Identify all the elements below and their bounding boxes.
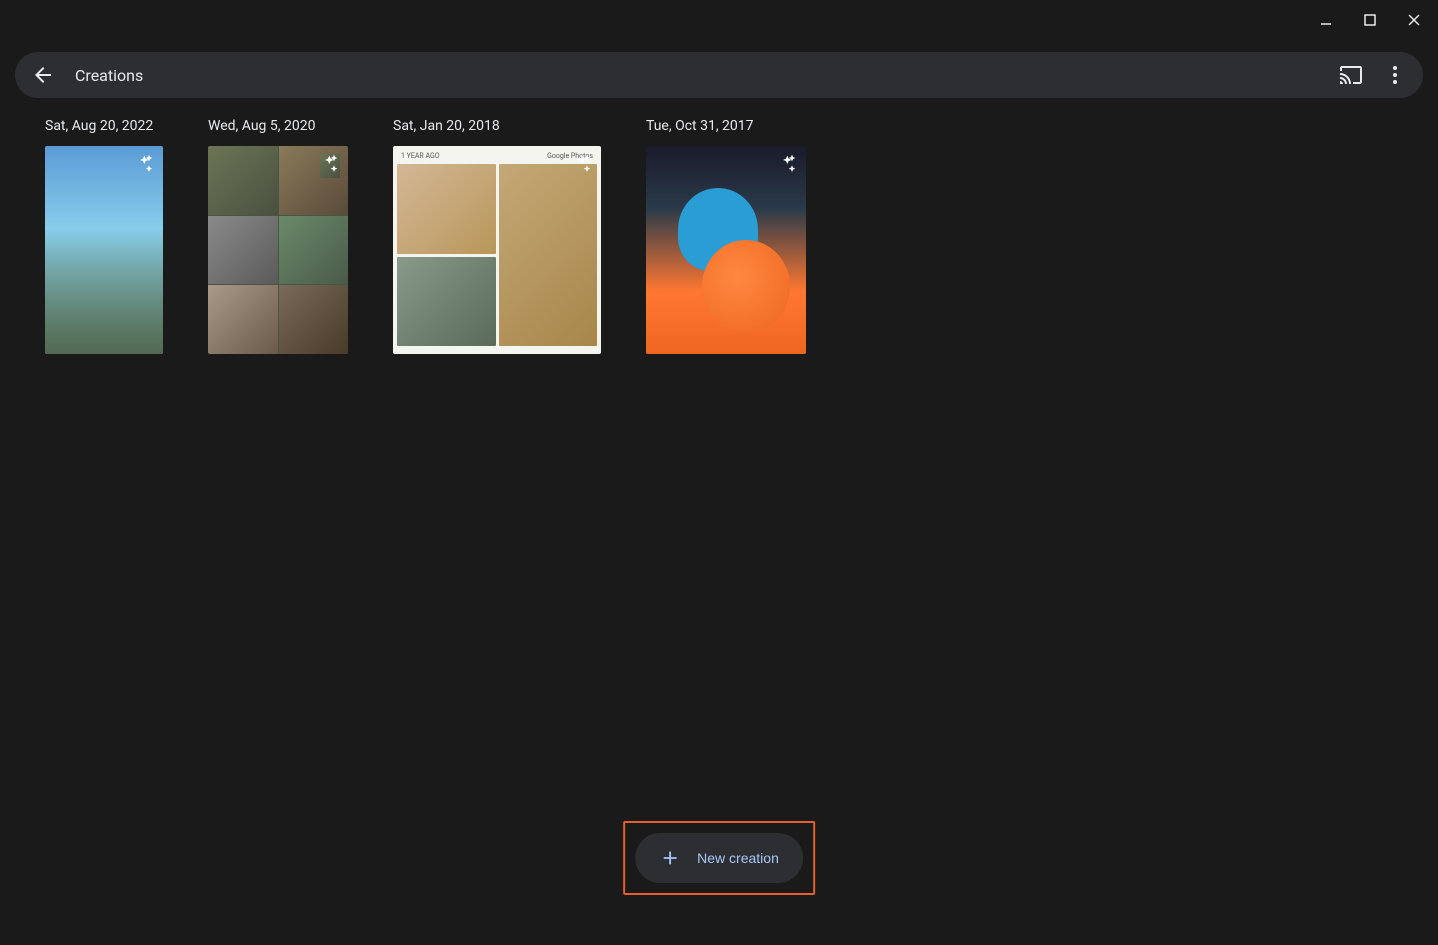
sparkle-icon [135,154,155,178]
creation-item: Wed, Aug 5, 2020 [208,118,348,354]
creation-thumbnail[interactable] [45,146,163,354]
minimize-button[interactable] [1314,8,1338,32]
creation-date: Wed, Aug 5, 2020 [208,118,348,134]
creation-item: Tue, Oct 31, 2017 [646,118,806,354]
creation-date: Sat, Jan 20, 2018 [393,118,601,134]
header-bar: Creations [15,52,1423,98]
page-title: Creations [75,66,143,85]
new-creation-button[interactable]: New creation [635,833,803,883]
sparkle-icon [778,154,798,178]
more-options-button[interactable] [1383,63,1407,87]
back-button[interactable] [31,63,55,87]
titlebar [0,0,1438,40]
cast-icon [1339,63,1363,87]
creation-thumbnail[interactable] [646,146,806,354]
creation-thumbnail[interactable] [208,146,348,354]
header-left: Creations [31,63,143,87]
plus-icon [659,847,681,869]
arrow-back-icon [31,63,55,87]
creations-content: Sat, Aug 20, 2022 Wed, Aug 5, 2020 Sat, … [0,98,1438,374]
maximize-button[interactable] [1358,8,1382,32]
sparkle-icon [573,154,593,178]
new-creation-highlight: New creation [623,821,815,895]
window-controls [1314,8,1426,32]
creation-date: Tue, Oct 31, 2017 [646,118,806,134]
cast-button[interactable] [1339,63,1363,87]
header-right [1339,63,1407,87]
sparkle-icon [320,154,340,178]
new-creation-label: New creation [697,850,779,866]
overlay-label: 1 YEAR AGO [401,152,440,160]
close-button[interactable] [1402,8,1426,32]
more-vert-icon [1383,63,1407,87]
creation-thumbnail[interactable]: 1 YEAR AGO Google Photos [393,146,601,354]
creation-date: Sat, Aug 20, 2022 [45,118,163,134]
creation-item: Sat, Jan 20, 2018 1 YEAR AGO Google Phot… [393,118,601,354]
creation-item: Sat, Aug 20, 2022 [45,118,163,354]
